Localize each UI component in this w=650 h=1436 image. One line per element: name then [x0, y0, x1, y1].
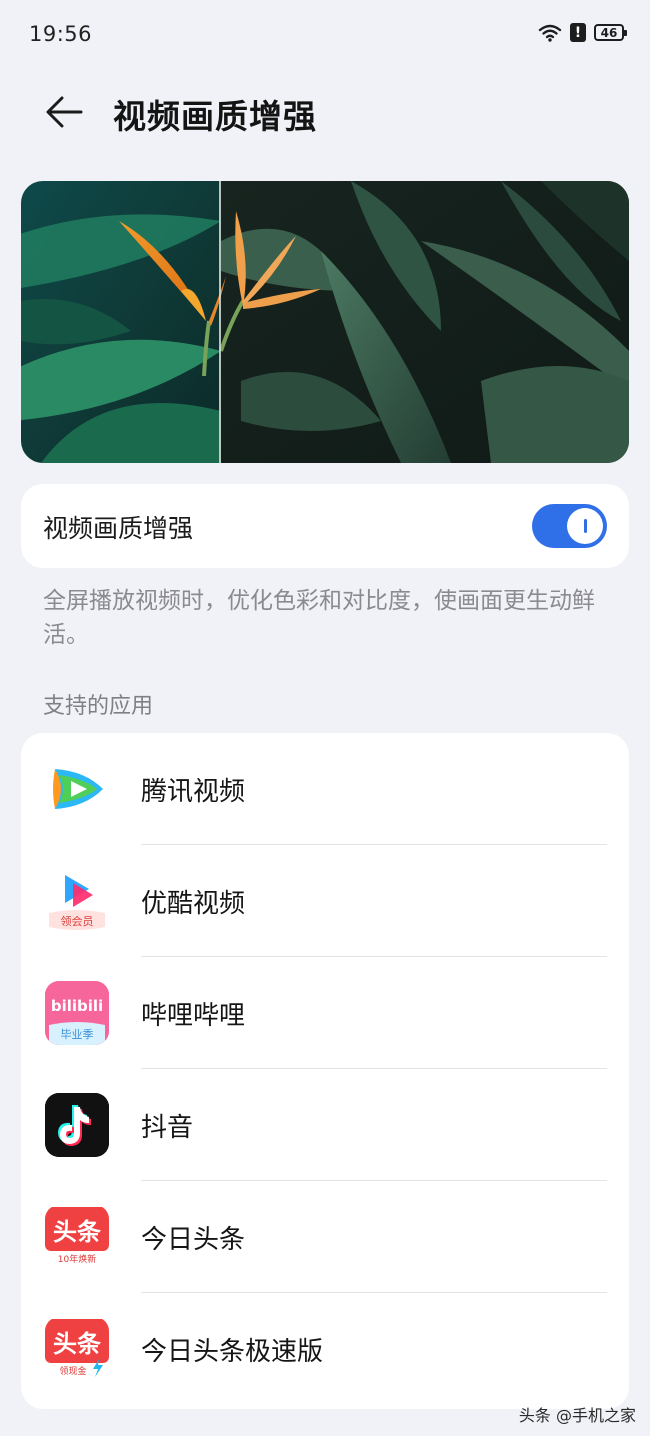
toutiao-badge: 10年焕新: [58, 1253, 96, 1265]
app-name: 今日头条极速版: [141, 1337, 324, 1367]
tencent-video-icon: [45, 757, 109, 821]
enhance-switch[interactable]: [532, 504, 607, 548]
douyin-icon: [45, 1093, 109, 1157]
app-item-toutiao[interactable]: 头条 10年焕新 今日头条: [21, 1181, 629, 1293]
youku-badge: 领会员: [61, 915, 94, 928]
toutiao-lite-logo-text: 头条: [53, 1330, 102, 1358]
page-header: 视频画质增强: [0, 70, 650, 160]
arrow-left-icon: [46, 96, 83, 128]
battery-icon: 46: [594, 24, 627, 41]
toutiao-icon: 头条 10年焕新: [45, 1205, 109, 1269]
toutiao-logo-text: 头条: [53, 1218, 102, 1246]
bilibili-icon: bilibili 毕业季: [45, 981, 109, 1045]
bilibili-logo-text: bilibili: [51, 997, 103, 1015]
enhance-toggle-card[interactable]: 视频画质增强: [21, 484, 629, 568]
watermark: 头条 @手机之家: [518, 1406, 636, 1425]
bilibili-badge: 毕业季: [61, 1028, 94, 1041]
status-bar: 19:56 ! 46: [0, 0, 650, 70]
back-button[interactable]: [36, 88, 92, 136]
app-item-youku[interactable]: 领会员 优酷视频: [21, 845, 629, 957]
app-name: 优酷视频: [141, 889, 246, 919]
app-item-tencent-video[interactable]: 腾讯视频: [21, 733, 629, 845]
page-title: 视频画质增强: [113, 97, 317, 136]
status-icons: ! 46: [538, 23, 627, 42]
supported-apps-header: 支持的应用: [43, 694, 154, 719]
app-name: 腾讯视频: [141, 777, 246, 807]
toutiao-lite-badge: 领现金: [59, 1365, 86, 1377]
app-item-bilibili[interactable]: bilibili 毕业季 哔哩哔哩: [21, 957, 629, 1069]
feature-description: 全屏播放视频时，优化色彩和对比度，使画面更生动鲜活。: [43, 588, 595, 648]
app-name: 今日头条: [141, 1225, 246, 1255]
toggle-label: 视频画质增强: [43, 514, 194, 543]
status-time: 19:56: [29, 22, 93, 46]
wifi-icon: [538, 24, 562, 42]
youku-icon: 领会员: [45, 869, 109, 933]
battery-level: 46: [600, 25, 618, 40]
alert-icon: !: [570, 23, 586, 42]
toutiao-lite-icon: 头条 领现金: [45, 1317, 109, 1381]
app-item-toutiao-lite[interactable]: 头条 领现金 今日头条极速版: [21, 1293, 629, 1405]
switch-knob: [567, 508, 603, 544]
supported-apps-list: 腾讯视频 领会员 优酷视频 bilibili 毕业季 哔哩哔哩 抖音 头条 10…: [21, 733, 629, 1409]
app-name: 抖音: [141, 1113, 194, 1143]
app-item-douyin[interactable]: 抖音: [21, 1069, 629, 1181]
app-name: 哔哩哔哩: [141, 1001, 246, 1031]
preview-image: [21, 181, 629, 463]
